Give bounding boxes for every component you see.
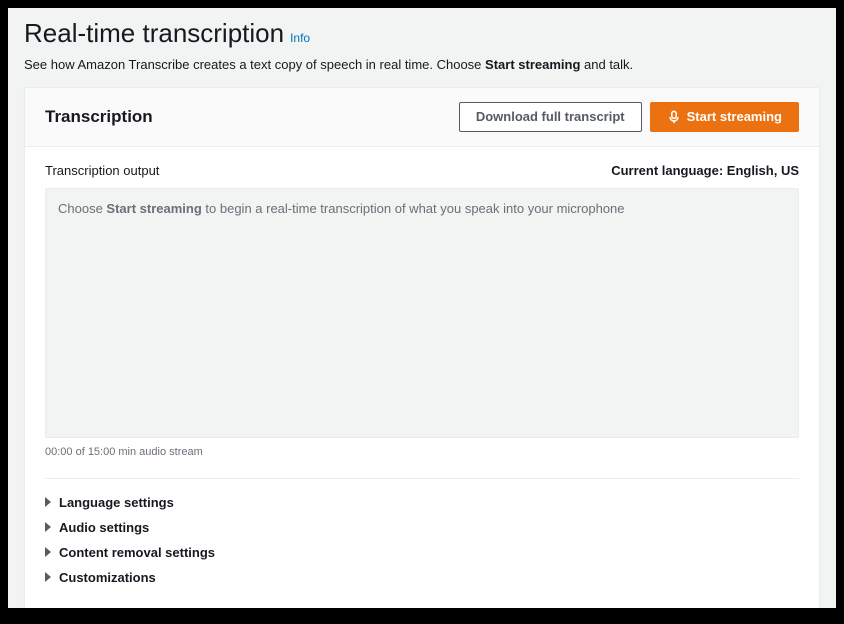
- placeholder-post: to begin a real-time transcription of wh…: [202, 201, 625, 216]
- page-header: Real-time transcription Info See how Ama…: [8, 8, 836, 87]
- caret-right-icon: [45, 497, 51, 507]
- settings-list: Language settings Audio settings Content…: [45, 478, 799, 590]
- caret-right-icon: [45, 522, 51, 532]
- caret-right-icon: [45, 572, 51, 582]
- start-button-label: Start streaming: [687, 110, 782, 123]
- transcription-output-box: Choose Start streaming to begin a real-t…: [45, 188, 799, 438]
- stream-time-status: 00:00 of 15:00 min audio stream: [45, 446, 799, 458]
- start-streaming-button[interactable]: Start streaming: [650, 102, 799, 132]
- page-title: Real-time transcription: [24, 18, 284, 49]
- setting-language[interactable]: Language settings: [45, 479, 799, 515]
- panel-title: Transcription: [45, 107, 153, 127]
- output-header: Transcription output Current language: E…: [45, 163, 799, 178]
- microphone-icon: [667, 110, 681, 124]
- placeholder-pre: Choose: [58, 201, 106, 216]
- info-link[interactable]: Info: [290, 31, 310, 45]
- setting-label: Customizations: [59, 570, 156, 585]
- setting-label: Content removal settings: [59, 545, 215, 560]
- setting-content-removal[interactable]: Content removal settings: [45, 540, 799, 565]
- page-desc-pre: See how Amazon Transcribe creates a text…: [24, 57, 485, 72]
- setting-audio[interactable]: Audio settings: [45, 515, 799, 540]
- caret-right-icon: [45, 547, 51, 557]
- panel-body: Transcription output Current language: E…: [25, 147, 819, 609]
- setting-label: Language settings: [59, 495, 174, 510]
- button-row: Download full transcript Start streaming: [459, 102, 799, 132]
- download-transcript-button[interactable]: Download full transcript: [459, 102, 642, 132]
- setting-label: Audio settings: [59, 520, 149, 535]
- page-description: See how Amazon Transcribe creates a text…: [24, 55, 820, 75]
- page-desc-bold: Start streaming: [485, 57, 580, 72]
- output-label: Transcription output: [45, 163, 159, 178]
- panel-header: Transcription Download full transcript S…: [25, 88, 819, 147]
- current-language-label: Current language: English, US: [611, 163, 799, 178]
- page-desc-post: and talk.: [580, 57, 633, 72]
- page-title-row: Real-time transcription Info: [24, 18, 820, 49]
- app-frame: Real-time transcription Info See how Ama…: [8, 8, 836, 608]
- placeholder-bold: Start streaming: [106, 201, 201, 216]
- setting-customizations[interactable]: Customizations: [45, 565, 799, 590]
- download-button-label: Download full transcript: [476, 110, 625, 123]
- transcription-panel: Transcription Download full transcript S…: [24, 87, 820, 609]
